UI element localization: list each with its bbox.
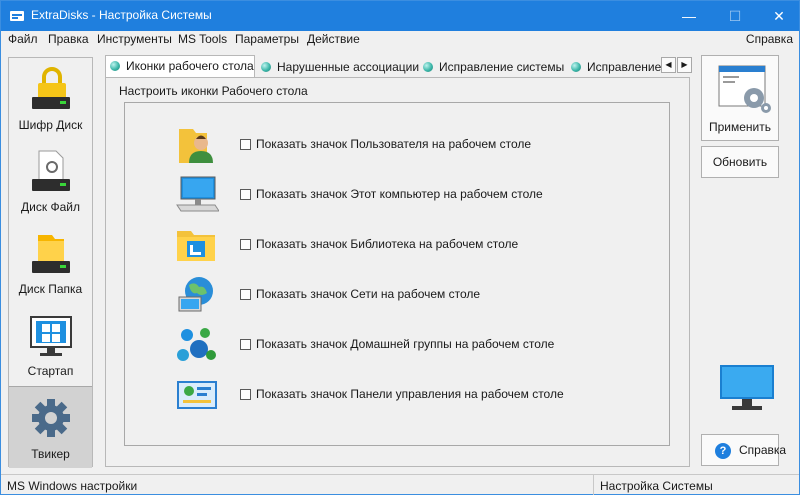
option-label[interactable]: Показать значок Пользователя на рабочем … (256, 137, 531, 151)
menu-ms-tools[interactable]: MS Tools (178, 32, 227, 46)
status-bar: MS Windows настройки Настройка Системы (1, 474, 799, 495)
sidebar-item-file-disk[interactable]: Диск Файл (9, 140, 92, 222)
tab-label: Исправление системы (439, 60, 565, 74)
menu-help[interactable]: Справка (746, 32, 793, 46)
tab-dot-icon (423, 62, 433, 72)
tab-scroll-right-button[interactable]: ▶ (677, 57, 692, 73)
checkbox-show-computer[interactable] (240, 189, 251, 200)
option-label[interactable]: Показать значок Библиотека на рабочем ст… (256, 237, 518, 251)
sidebar-item-startup[interactable]: Стартап (9, 304, 92, 386)
close-button[interactable]: ✕ (757, 1, 800, 31)
apply-button-label: Применить (708, 120, 771, 134)
minimize-button[interactable]: — (667, 1, 711, 31)
app-icon (10, 11, 24, 21)
library-icon (177, 231, 215, 261)
group-box-title: Настроить иконки Рабочего стола (119, 84, 308, 98)
tab-content-panel: Настроить иконки Рабочего стола Показать… (105, 77, 690, 467)
tab-dot-icon (261, 62, 271, 72)
lock-disk-icon (32, 67, 70, 109)
sidebar-item-folder-disk[interactable]: Диск Папка (9, 222, 92, 304)
option-row-homegroup: Показать значок Домашней группы на рабоч… (175, 325, 655, 365)
option-label[interactable]: Показать значок Этот компьютер на рабоче… (256, 187, 543, 201)
tab-label: Нарушенные ассоциации (277, 60, 420, 74)
app-window: ExtraDisks - Настройка Системы — ☐ ✕ Фай… (0, 0, 800, 495)
monitor-icon (720, 365, 774, 410)
menu-edit[interactable]: Правка (48, 32, 89, 46)
refresh-button[interactable]: Обновить (701, 146, 779, 178)
option-row-network: Показать значок Сети на рабочем столе (175, 275, 655, 315)
checkbox-show-network[interactable] (240, 289, 251, 300)
menu-file[interactable]: Файл (8, 32, 38, 46)
tab-bar: Иконки рабочего стола Нарушенные ассоциа… (105, 55, 695, 78)
help-button-label: Справка (739, 443, 787, 457)
option-label[interactable]: Показать значок Домашней группы на рабоч… (256, 337, 554, 351)
menu-settings[interactable]: Параметры (235, 32, 299, 46)
help-button[interactable]: ? Справка (701, 434, 786, 466)
tab-scroll-left-button[interactable]: ◀ (661, 57, 676, 73)
folder-disk-icon (32, 235, 70, 273)
sidebar-item-label: Диск Файл (21, 200, 80, 214)
homegroup-icon (177, 328, 216, 361)
checkbox-show-homegroup[interactable] (240, 339, 251, 350)
option-row-user: Показать значок Пользователя на рабочем … (175, 125, 655, 165)
gear-tweaker-icon (32, 399, 70, 437)
checkbox-show-library[interactable] (240, 239, 251, 250)
sidebar-item-encrypt-disk[interactable]: Шифр Диск (9, 58, 92, 140)
sidebar-item-label: Твикер (31, 447, 70, 461)
computer-icon (176, 176, 219, 212)
sidebar-item-tweaker[interactable]: Твикер (9, 386, 92, 468)
apply-button[interactable]: Применить (701, 55, 779, 141)
sidebar-item-label: Диск Папка (18, 282, 83, 296)
tab-desktop-icons[interactable]: Иконки рабочего стола (105, 55, 255, 78)
checkbox-show-control-panel[interactable] (240, 389, 251, 400)
tab-broken-associations[interactable]: Нарушенные ассоциации (257, 57, 419, 77)
status-separator (593, 475, 594, 495)
option-row-library: Показать значок Библиотека на рабочем ст… (175, 225, 655, 265)
option-row-computer: Показать значок Этот компьютер на рабоче… (175, 175, 655, 215)
tab-label: Иконки рабочего стола (126, 59, 254, 73)
tab-dot-icon (571, 62, 581, 72)
sidebar-item-label: Шифр Диск (18, 118, 83, 132)
network-icon (178, 277, 213, 312)
checkbox-show-user[interactable] (240, 139, 251, 150)
window-title: ExtraDisks - Настройка Системы (31, 8, 212, 22)
sidebar-item-label: Стартап (27, 364, 74, 378)
settings-window-icon (718, 65, 771, 113)
tab-dot-icon (110, 61, 120, 71)
menu-bar: Файл Правка Инструменты MS Tools Парамет… (1, 31, 799, 49)
control-panel-icon (177, 381, 217, 409)
sidebar: Шифр Диск Диск Файл Диск Папка Стартап Т… (8, 57, 93, 468)
title-bar: ExtraDisks - Настройка Системы — ☐ ✕ (1, 1, 799, 31)
help-icon: ? (715, 443, 731, 459)
option-row-control-panel: Показать значок Панели управления на раб… (175, 375, 655, 415)
windows-startup-icon (30, 316, 72, 356)
tab-fix-more[interactable]: Исправление (567, 57, 661, 77)
maximize-button[interactable]: ☐ (713, 1, 757, 31)
menu-tools[interactable]: Инструменты (97, 32, 172, 46)
tab-label: Исправление (587, 60, 662, 74)
option-label[interactable]: Показать значок Панели управления на раб… (256, 387, 564, 401)
menu-action[interactable]: Действие (307, 32, 360, 46)
option-label[interactable]: Показать значок Сети на рабочем столе (256, 287, 480, 301)
user-folder-icon (179, 129, 213, 163)
status-left-text: MS Windows настройки (7, 479, 138, 493)
tab-system-fix[interactable]: Исправление системы (419, 57, 564, 77)
group-box: Показать значок Пользователя на рабочем … (124, 102, 670, 446)
status-right-text: Настройка Системы (600, 479, 713, 493)
file-disk-icon (32, 150, 70, 191)
